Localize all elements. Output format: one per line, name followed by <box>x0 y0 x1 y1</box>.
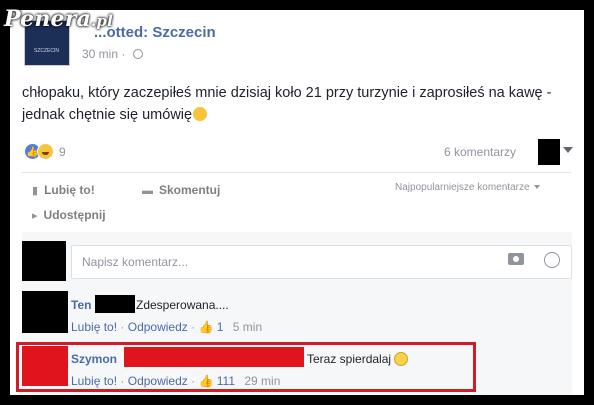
redacted-name <box>95 295 135 313</box>
sort-comments-dropdown[interactable]: Najpopularniejsze komentarze <box>395 182 540 193</box>
redacted-block <box>538 139 560 165</box>
post-time[interactable]: 30 min · <box>82 47 143 61</box>
share-icon: ▸ <box>32 210 38 222</box>
reaction-count: 9 <box>59 144 66 159</box>
divider <box>22 172 572 173</box>
share-button[interactable]: ▸ Udostępnij <box>32 208 106 222</box>
comment-time[interactable]: 5 min <box>233 320 262 334</box>
comment-text: Zdesperowana.... <box>136 298 229 312</box>
comment-like-count[interactable]: 1 <box>217 320 224 334</box>
like-button[interactable]: ▮ Lubię to! <box>32 183 95 197</box>
comment-like-link[interactable]: Lubię to! <box>71 320 117 334</box>
commenter-avatar[interactable] <box>22 291 68 333</box>
comment-icon: ▬ <box>142 185 153 197</box>
globe-icon <box>132 49 143 59</box>
reactions-summary[interactable]: 👍 9 <box>24 143 66 160</box>
facebook-post: SZCZECIN ...otted: Szczecin 30 min · chł… <box>10 10 584 395</box>
comment-input[interactable]: Napisz komentarz... <box>71 245 572 279</box>
chevron-down-icon <box>533 185 540 189</box>
thumbs-up-icon: 👍 <box>198 320 214 334</box>
avatar <box>22 241 66 281</box>
comment-button[interactable]: ▬ Skomentuj <box>142 183 220 197</box>
emoji-icon[interactable] <box>544 252 560 268</box>
haha-reaction-icon <box>37 143 54 160</box>
watermark: Penera.pl <box>4 6 114 32</box>
highlight-box <box>16 342 476 392</box>
chevron-down-icon[interactable] <box>563 147 573 153</box>
post-text: chłopaku, który zaczepiłeś mnie dzisiaj … <box>22 85 552 123</box>
comment-meta: Lubię to! · Odpowiedz · 👍 1 5 min <box>71 320 263 334</box>
comments-count[interactable]: 6 komentarzy <box>444 145 516 159</box>
camera-icon[interactable] <box>508 253 524 265</box>
like-icon: ▮ <box>32 185 39 197</box>
comment-reply-link[interactable]: Odpowiedz <box>128 320 188 334</box>
comment-author[interactable]: Ten <box>71 298 91 312</box>
laugh-emoji-icon <box>193 107 208 121</box>
